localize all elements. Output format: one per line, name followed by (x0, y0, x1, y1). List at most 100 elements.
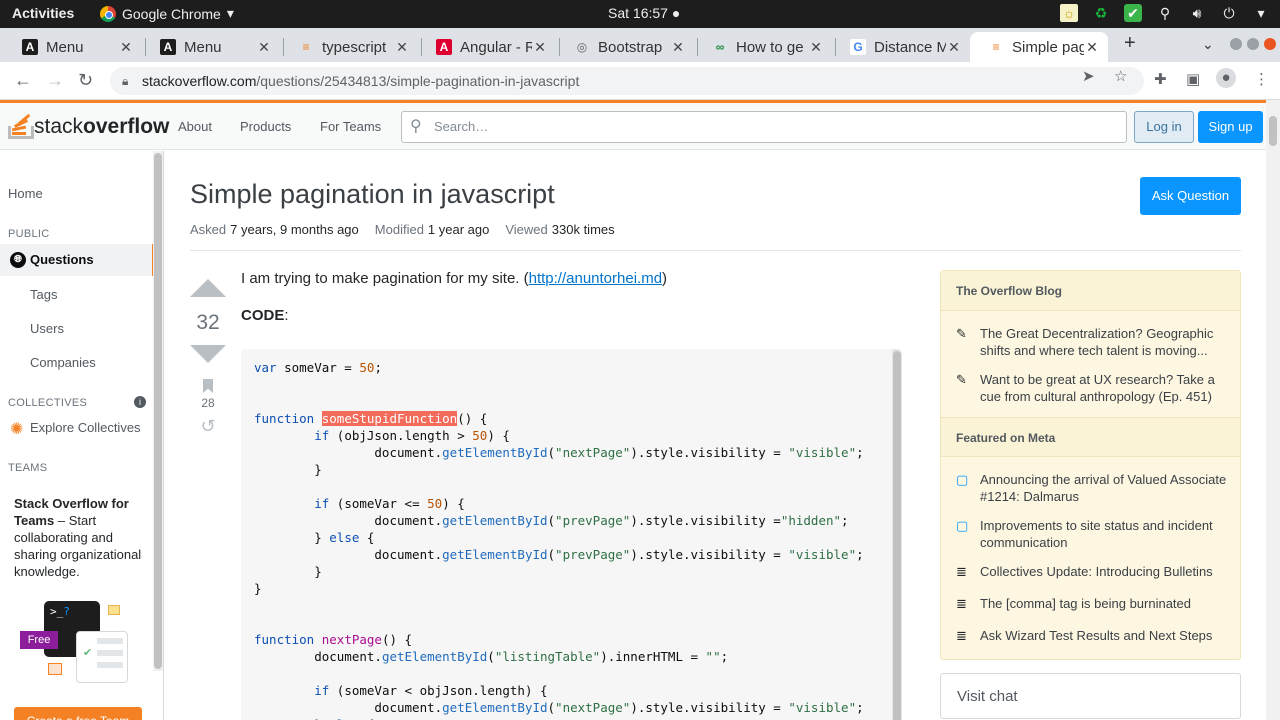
browser-tab[interactable]: ∞ How to ge ✕ (694, 32, 832, 62)
url-field[interactable]: 🔒︎ stackoverflow.com/questions/25434813/… (110, 67, 1144, 95)
chat-bubble-icon (108, 605, 120, 615)
activities-button[interactable]: Activities (12, 5, 74, 21)
chevron-down-icon[interactable]: ▾ (1252, 4, 1270, 22)
signup-button[interactable]: Sign up (1198, 111, 1263, 143)
clock[interactable]: Sat 16:57 ● (608, 5, 680, 21)
blog-item-label: The Great Decentralization? Geographic s… (980, 326, 1214, 358)
bookmark-count: 28 (201, 396, 215, 410)
close-icon[interactable]: ✕ (670, 39, 686, 56)
lock-icon[interactable]: 🔒︎ (122, 67, 128, 95)
volume-icon[interactable]: 🔊︎ (1188, 4, 1206, 22)
sidebar-item-companies[interactable]: Companies (30, 355, 96, 370)
profile-icon[interactable]: ● (1216, 68, 1236, 88)
meta-modified-label: Modified (374, 222, 424, 237)
meta-item[interactable]: ≣ Collectives Update: Introducing Bulleti… (956, 563, 1231, 580)
browser-tab[interactable]: G Distance M ✕ (832, 32, 970, 62)
url-domain: stackoverflow.com (142, 73, 257, 89)
sidebar-heading-public: PUBLIC (8, 228, 50, 240)
so-logo[interactable]: stack overflow (8, 113, 169, 139)
close-icon[interactable]: ✕ (946, 39, 962, 56)
nav-for-teams[interactable]: For Teams (320, 119, 381, 134)
brightness-icon[interactable]: ☼ (1060, 4, 1078, 22)
stack-icon: ≣ (956, 596, 967, 611)
code-block[interactable]: var someVar = 50; function someStupidFun… (241, 349, 902, 720)
meta-item[interactable]: ▢ Announcing the arrival of Valued Associ… (956, 471, 1231, 505)
maximize-icon[interactable] (1247, 38, 1259, 50)
bookmark-icon[interactable] (203, 379, 213, 393)
nav-about[interactable]: About (178, 119, 212, 134)
tab-search-icon[interactable]: ⌄ (1202, 36, 1214, 53)
stackoverflow-page: stack overflow About Products For Teams ⚲… (0, 100, 1266, 720)
downvote-icon[interactable] (190, 345, 226, 363)
sidebar-item-users[interactable]: Users (30, 321, 64, 336)
link-icon: ∞ (715, 40, 725, 54)
recycle-icon[interactable]: ♻ (1092, 4, 1110, 22)
history-icon[interactable]: ↺ (190, 416, 226, 437)
sidebar-item-questions[interactable]: 🌐︎ Questions (0, 244, 155, 276)
close-icon[interactable]: ✕ (394, 39, 410, 56)
browser-tab[interactable]: A Menu ✕ (142, 32, 280, 62)
close-icon[interactable]: ✕ (1084, 39, 1100, 56)
close-icon[interactable]: ✕ (532, 39, 548, 56)
meta-asked-value[interactable]: 7 years, 9 months ago (230, 222, 359, 237)
forward-icon[interactable]: → (46, 70, 64, 91)
star-icon[interactable]: ☆ (1114, 67, 1127, 85)
sidebar-heading-collectives: COLLECTIVES (8, 397, 88, 409)
ask-question-button[interactable]: Ask Question (1140, 177, 1241, 215)
side-panel-icon[interactable]: ▣ (1186, 70, 1200, 88)
app-menu[interactable]: Google Chrome ▾ (100, 5, 234, 22)
browser-tab-active[interactable]: ≡ Simple pag ✕ (970, 32, 1108, 62)
check-shield-icon[interactable]: ✔ (1124, 4, 1142, 22)
new-tab-icon[interactable]: + (1124, 32, 1136, 55)
code-scrollbar[interactable] (892, 349, 902, 720)
back-icon[interactable]: ← (14, 70, 32, 91)
intro-link[interactable]: http://anuntorhei.md (529, 270, 662, 287)
blog-item[interactable]: ✎ Want to be great at UX research? Take a… (956, 371, 1231, 405)
close-icon[interactable]: ✕ (256, 39, 272, 56)
browser-tab[interactable]: ◎ Bootstrap ✕ (556, 32, 694, 62)
reload-icon[interactable]: ↻ (78, 70, 93, 91)
close-icon[interactable]: ✕ (808, 39, 824, 56)
meta-modified-value[interactable]: 1 year ago (428, 222, 489, 237)
sidebar-scrollbar[interactable] (153, 151, 163, 671)
sidebar-item-explore-collectives[interactable]: Explore Collectives (30, 420, 141, 435)
meta-item[interactable]: ≣ The [comma] tag is being burninated (956, 595, 1231, 612)
login-button[interactable]: Log in (1134, 111, 1194, 143)
sidebar-item-home[interactable]: Home (8, 186, 43, 201)
teams-promo-text: Stack Overflow for Teams – Start collabo… (14, 495, 146, 580)
visit-chat-link[interactable]: Visit chat (940, 673, 1241, 719)
tab-title: How to ge (736, 38, 804, 56)
sidebar-item-tags[interactable]: Tags (30, 287, 57, 302)
close-window-icon[interactable] (1264, 38, 1276, 50)
browser-tab[interactable]: A Angular - R ✕ (418, 32, 556, 62)
close-icon[interactable]: ✕ (118, 39, 134, 56)
scrollbar-thumb[interactable] (1269, 116, 1277, 146)
nav-products[interactable]: Products (240, 119, 291, 134)
info-icon[interactable]: i (134, 396, 146, 408)
menu-kebab-icon[interactable]: ⋮ (1254, 70, 1269, 88)
extensions-icon[interactable]: ✚ (1154, 70, 1167, 88)
blog-item[interactable]: ✎ The Great Decentralization? Geographic … (956, 325, 1231, 359)
angular-icon: A (22, 39, 38, 55)
browser-tab[interactable]: ≡ typescript ✕ (280, 32, 418, 62)
meta-item[interactable]: ≣ Ask Wizard Test Results and Next Steps (956, 627, 1231, 644)
create-free-team-button[interactable]: Create a free Team (14, 707, 142, 720)
google-icon: G (850, 39, 866, 55)
logo-text-stack: stack (34, 115, 84, 138)
accessibility-icon[interactable]: ⚲ (1156, 4, 1174, 22)
power-icon[interactable]: ⏻ (1220, 4, 1238, 22)
divider (190, 250, 1241, 251)
meta-viewed: Viewed 330k times (505, 222, 614, 237)
upvote-icon[interactable] (190, 279, 226, 297)
search-input[interactable]: ⚲ Search… (401, 111, 1127, 143)
system-top-bar: Activities Google Chrome ▾ Sat 16:57 ● ☼… (0, 0, 1280, 28)
page-title[interactable]: Simple pagination in javascript (190, 179, 555, 210)
code-label: CODE: (241, 307, 902, 324)
minimize-icon[interactable] (1230, 38, 1242, 50)
stackoverflow-icon: ≡ (992, 40, 1000, 54)
send-icon[interactable]: ➤ (1082, 67, 1095, 85)
browser-tab[interactable]: A Menu ✕ (4, 32, 142, 62)
page-scrollbar[interactable] (1266, 100, 1280, 720)
question-body: I am trying to make pagination for my si… (241, 270, 902, 324)
meta-item[interactable]: ▢ Improvements to site status and inciden… (956, 517, 1231, 551)
